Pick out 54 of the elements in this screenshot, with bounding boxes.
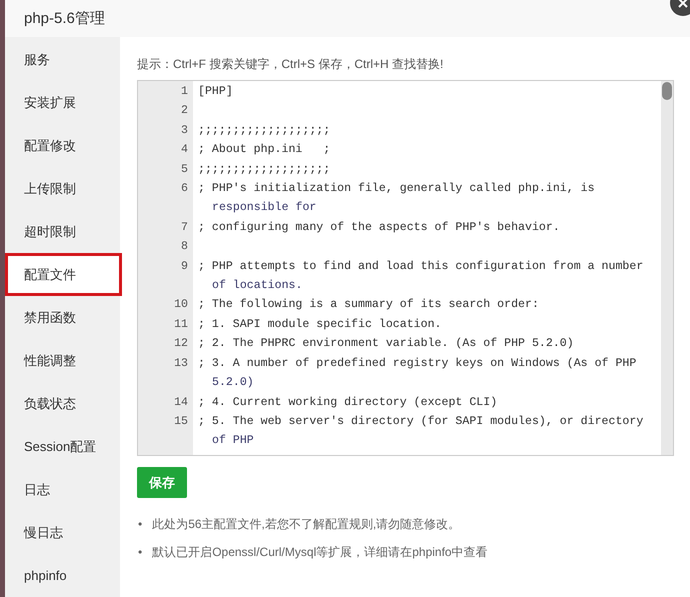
line-number: 7 bbox=[180, 220, 188, 236]
code-line: ;;;;;;;;;;;;;;;;;;; bbox=[198, 122, 330, 139]
scrollbar-thumb[interactable] bbox=[662, 82, 672, 100]
hint-text: 提示：Ctrl+F 搜索关键字，Ctrl+S 保存，Ctrl+H 查找替换! bbox=[137, 56, 444, 73]
sidebar-item[interactable]: 超时限制 bbox=[5, 210, 120, 253]
sidebar-item[interactable]: 慢日志 bbox=[5, 511, 120, 554]
sidebar-item[interactable]: Session配置 bbox=[5, 425, 120, 468]
close-icon bbox=[676, 0, 690, 10]
line-number: 9 bbox=[180, 258, 188, 275]
code-line: ;;;;;;;;;;;;;;;;;;; bbox=[198, 162, 330, 178]
code-line: ; 1. SAPI module specific location. bbox=[198, 316, 442, 333]
code-line: of locations. bbox=[211, 278, 304, 294]
bullet: • bbox=[137, 516, 142, 532]
line-number: 5 bbox=[180, 162, 188, 178]
line-number: 1 bbox=[180, 84, 188, 100]
sidebar-item[interactable]: 性能调整 bbox=[5, 339, 120, 382]
code-line: ; PHP's initialization file, generally called php.ini, is bbox=[198, 181, 595, 198]
code-line: [PHP] bbox=[198, 84, 233, 100]
line-number: 3 bbox=[180, 122, 188, 139]
code-line: ; configuring many of the aspects of PHP's behavior. bbox=[198, 220, 560, 236]
code-line: ; PHP attempts to find and load this configuration from a number bbox=[198, 258, 644, 275]
code-line: ; 5. The web server's directory (for SAPI modules), or directory bbox=[198, 414, 644, 430]
line-number: 10 bbox=[173, 297, 188, 314]
sidebar-item[interactable]: 服务 bbox=[5, 38, 120, 81]
line-number: 4 bbox=[180, 142, 188, 158]
sidebar-item[interactable]: 上传限制 bbox=[5, 167, 120, 210]
line-number: 8 bbox=[180, 239, 188, 256]
sidebar-item[interactable]: 负载状态 bbox=[5, 382, 120, 425]
window-title: php-5.6管理 bbox=[24, 9, 105, 28]
code-line: ; 3. A number of predefined registry keys on Windows (As of PHP bbox=[198, 356, 636, 372]
code-line: 5.2.0) bbox=[211, 375, 255, 392]
code-line: responsible for bbox=[211, 200, 318, 216]
line-number: 11 bbox=[173, 316, 188, 333]
sidebar-item[interactable]: 安装扩展 bbox=[5, 81, 120, 124]
code-line: of PHP bbox=[211, 433, 255, 450]
code-editor[interactable] bbox=[137, 80, 674, 456]
sidebar-item[interactable]: 禁用函数 bbox=[5, 296, 120, 339]
sidebar-item[interactable]: 配置修改 bbox=[5, 124, 120, 167]
code-line: ; 2. The PHPRC environment variable. (As of PHP 5.2.0) bbox=[198, 336, 574, 352]
sidebar-item[interactable]: 日志 bbox=[5, 468, 120, 511]
note-text: 此处为56主配置文件,若您不了解配置规则,请勿随意修改。 bbox=[152, 516, 460, 532]
line-number: 6 bbox=[180, 181, 188, 198]
code-line: ; The following is a summary of its search order: bbox=[198, 297, 539, 314]
sidebar-item[interactable]: 配置文件 bbox=[5, 253, 122, 296]
line-number: 12 bbox=[173, 336, 188, 352]
note-text: 默认已开启Openssl/Curl/Mysql等扩展，详细请在phpinfo中查看 bbox=[152, 544, 488, 560]
line-number: 14 bbox=[173, 394, 188, 410]
line-number: 13 bbox=[173, 356, 188, 372]
sidebar-item[interactable]: phpinfo bbox=[5, 554, 120, 597]
line-number: 15 bbox=[173, 414, 188, 430]
line-number: 2 bbox=[180, 103, 188, 120]
code-line: ; 4. Current working directory (except CLI) bbox=[198, 394, 498, 410]
code-line: ; About php.ini ; bbox=[198, 142, 330, 158]
bullet: • bbox=[137, 544, 142, 560]
